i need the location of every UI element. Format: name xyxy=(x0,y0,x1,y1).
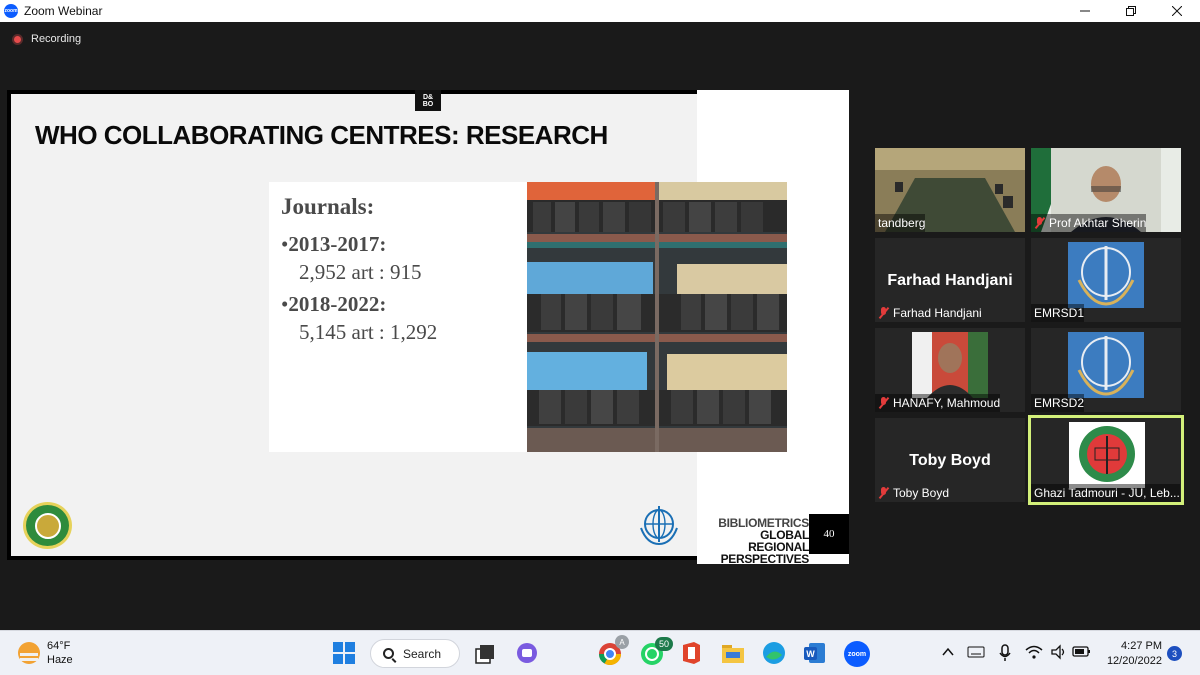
zoom-icon[interactable]: zoom xyxy=(844,641,870,667)
restore-icon xyxy=(1126,6,1136,16)
zoom-webinar-window: zoom Zoom Webinar Recording D& BO WHO COL… xyxy=(0,0,1200,675)
period-1-label: 2013-2017: xyxy=(288,232,387,256)
weather-widget[interactable]: 64°F Haze xyxy=(18,639,73,667)
period-1-years: •2013-2017: xyxy=(281,232,386,257)
zoom-icon: zoom xyxy=(4,4,18,18)
participant-display-name: Farhad Handjani xyxy=(887,272,1013,289)
university-logo xyxy=(23,502,72,549)
branding-line-2: GLOBAL REGIONAL xyxy=(748,528,809,554)
participant-name: Farhad Handjani xyxy=(893,306,982,320)
volume-icon[interactable] xyxy=(1050,644,1068,660)
title-bar: zoom Zoom Webinar xyxy=(0,0,1200,22)
participant-name-bar: EMRSD2 xyxy=(1031,394,1085,412)
chrome-app[interactable]: A xyxy=(597,635,629,667)
participant-name: Toby Boyd xyxy=(893,486,950,500)
whatsapp-app[interactable]: 50 xyxy=(639,637,673,667)
participant-tile[interactable]: Toby Boyd Toby Boyd xyxy=(875,418,1025,502)
muted-microphone-icon xyxy=(878,486,890,500)
share-toolbar-tab[interactable]: D& BO xyxy=(415,90,441,111)
profile-avatar: A xyxy=(615,635,629,649)
clock-time: 4:27 PM xyxy=(1121,640,1162,652)
recording-indicator[interactable]: Recording xyxy=(12,33,81,45)
file-explorer-icon[interactable] xyxy=(721,642,745,664)
participant-name: Ghazi Tadmouri - JU, Leb... xyxy=(1034,486,1180,500)
who-logo xyxy=(640,506,678,546)
system-clock[interactable]: 4:27 PM 12/20/2022 xyxy=(1098,639,1162,669)
slide-content-box: Journals: •2013-2017: 2,952 art : 915 •2… xyxy=(269,182,787,452)
participant-name: EMRSD2 xyxy=(1034,396,1085,410)
participant-display-name: Toby Boyd xyxy=(909,452,991,469)
keyboard-icon[interactable] xyxy=(967,646,985,658)
search-icon xyxy=(383,648,394,659)
close-icon xyxy=(1172,6,1182,16)
participant-name-bar: HANAFY, Mahmoud xyxy=(875,394,1001,412)
journal-shelves-photo xyxy=(527,182,787,452)
participant-tile[interactable]: EMRSD1 xyxy=(1031,238,1181,322)
participant-name-bar: Prof Akhtar Sherin xyxy=(1031,214,1147,232)
edge-icon[interactable] xyxy=(762,641,786,665)
battery-icon[interactable] xyxy=(1072,645,1092,659)
window-title: Zoom Webinar xyxy=(24,4,103,18)
word-icon[interactable]: W xyxy=(803,641,827,665)
close-button[interactable] xyxy=(1154,0,1200,22)
chevron-up-icon[interactable] xyxy=(941,645,955,659)
active-speaker-tile[interactable]: Ghazi Tadmouri - JU, Leb... xyxy=(1028,415,1184,505)
muted-microphone-icon xyxy=(878,306,890,320)
participant-name: HANAFY, Mahmoud xyxy=(893,396,1001,410)
participant-name: tandberg xyxy=(878,216,926,230)
period-1-counts: 2,952 art : 915 xyxy=(299,260,422,284)
windows-start-icon[interactable] xyxy=(333,642,355,664)
clock-date: 12/20/2022 xyxy=(1106,655,1162,667)
period-2-years: •2018-2022: xyxy=(281,292,386,317)
shared-slide: D& BO WHO COLLABORATING CENTRES: RESEARCH… xyxy=(7,90,849,565)
slide-title: WHO COLLABORATING CENTRES: RESEARCH xyxy=(35,120,608,150)
slide-page-number: 40 xyxy=(809,514,849,554)
weather-temperature: 64°F xyxy=(47,640,71,652)
windows-taskbar: 64°F Haze Search A 50 W zoom 4:27 PM 12/… xyxy=(0,630,1200,675)
participant-tile[interactable]: Prof Akhtar Sherin xyxy=(1031,148,1181,232)
recording-label: Recording xyxy=(31,33,82,45)
shelves-illustration xyxy=(527,182,787,452)
muted-microphone-icon xyxy=(878,396,890,410)
window-controls xyxy=(1062,0,1200,22)
task-view-icon[interactable] xyxy=(474,643,496,665)
wifi-icon[interactable] xyxy=(1025,644,1043,660)
period-2-counts: 5,145 art : 1,292 xyxy=(299,320,438,344)
participant-name-bar: Farhad Handjani xyxy=(875,304,982,322)
haze-weather-icon xyxy=(18,642,40,664)
period-2-label: 2018-2022: xyxy=(288,292,387,316)
minimize-button[interactable] xyxy=(1062,0,1108,22)
participant-name-bar: Ghazi Tadmouri - JU, Leb... xyxy=(1031,484,1180,502)
branding-line-3: PERSPECTIVES xyxy=(720,552,810,566)
participant-tile[interactable]: EMRSD2 xyxy=(1031,328,1181,412)
participant-name: Prof Akhtar Sherin xyxy=(1049,216,1147,230)
minimize-icon xyxy=(1080,10,1090,12)
participant-name-bar: Toby Boyd xyxy=(875,484,949,502)
journals-heading: Journals: xyxy=(281,194,375,219)
notification-badge[interactable]: 3 xyxy=(1167,646,1182,661)
svg-text:W: W xyxy=(806,649,815,659)
office-icon[interactable] xyxy=(680,641,702,665)
participant-name-bar: EMRSD1 xyxy=(1031,304,1085,322)
record-icon xyxy=(12,33,23,45)
participant-name-bar: tandberg xyxy=(875,214,926,232)
chat-icon[interactable] xyxy=(515,642,539,666)
participant-name: EMRSD1 xyxy=(1034,306,1085,320)
muted-microphone-icon xyxy=(1034,216,1046,230)
microphone-icon[interactable] xyxy=(998,644,1012,662)
restore-button[interactable] xyxy=(1108,0,1154,22)
participant-tile[interactable]: Farhad Handjani Farhad Handjani xyxy=(875,238,1025,322)
taskbar-search[interactable]: Search xyxy=(370,639,460,668)
weather-condition: Haze xyxy=(47,654,73,666)
search-label: Search xyxy=(403,646,442,661)
conference-branding: BIBLIOMETRICS GLOBAL REGIONAL PERSPECTIV… xyxy=(697,517,809,565)
participant-tile[interactable]: HANAFY, Mahmoud xyxy=(875,328,1025,412)
whatsapp-unread-badge: 50 xyxy=(655,637,673,651)
participant-tile[interactable]: tandberg xyxy=(875,148,1025,232)
